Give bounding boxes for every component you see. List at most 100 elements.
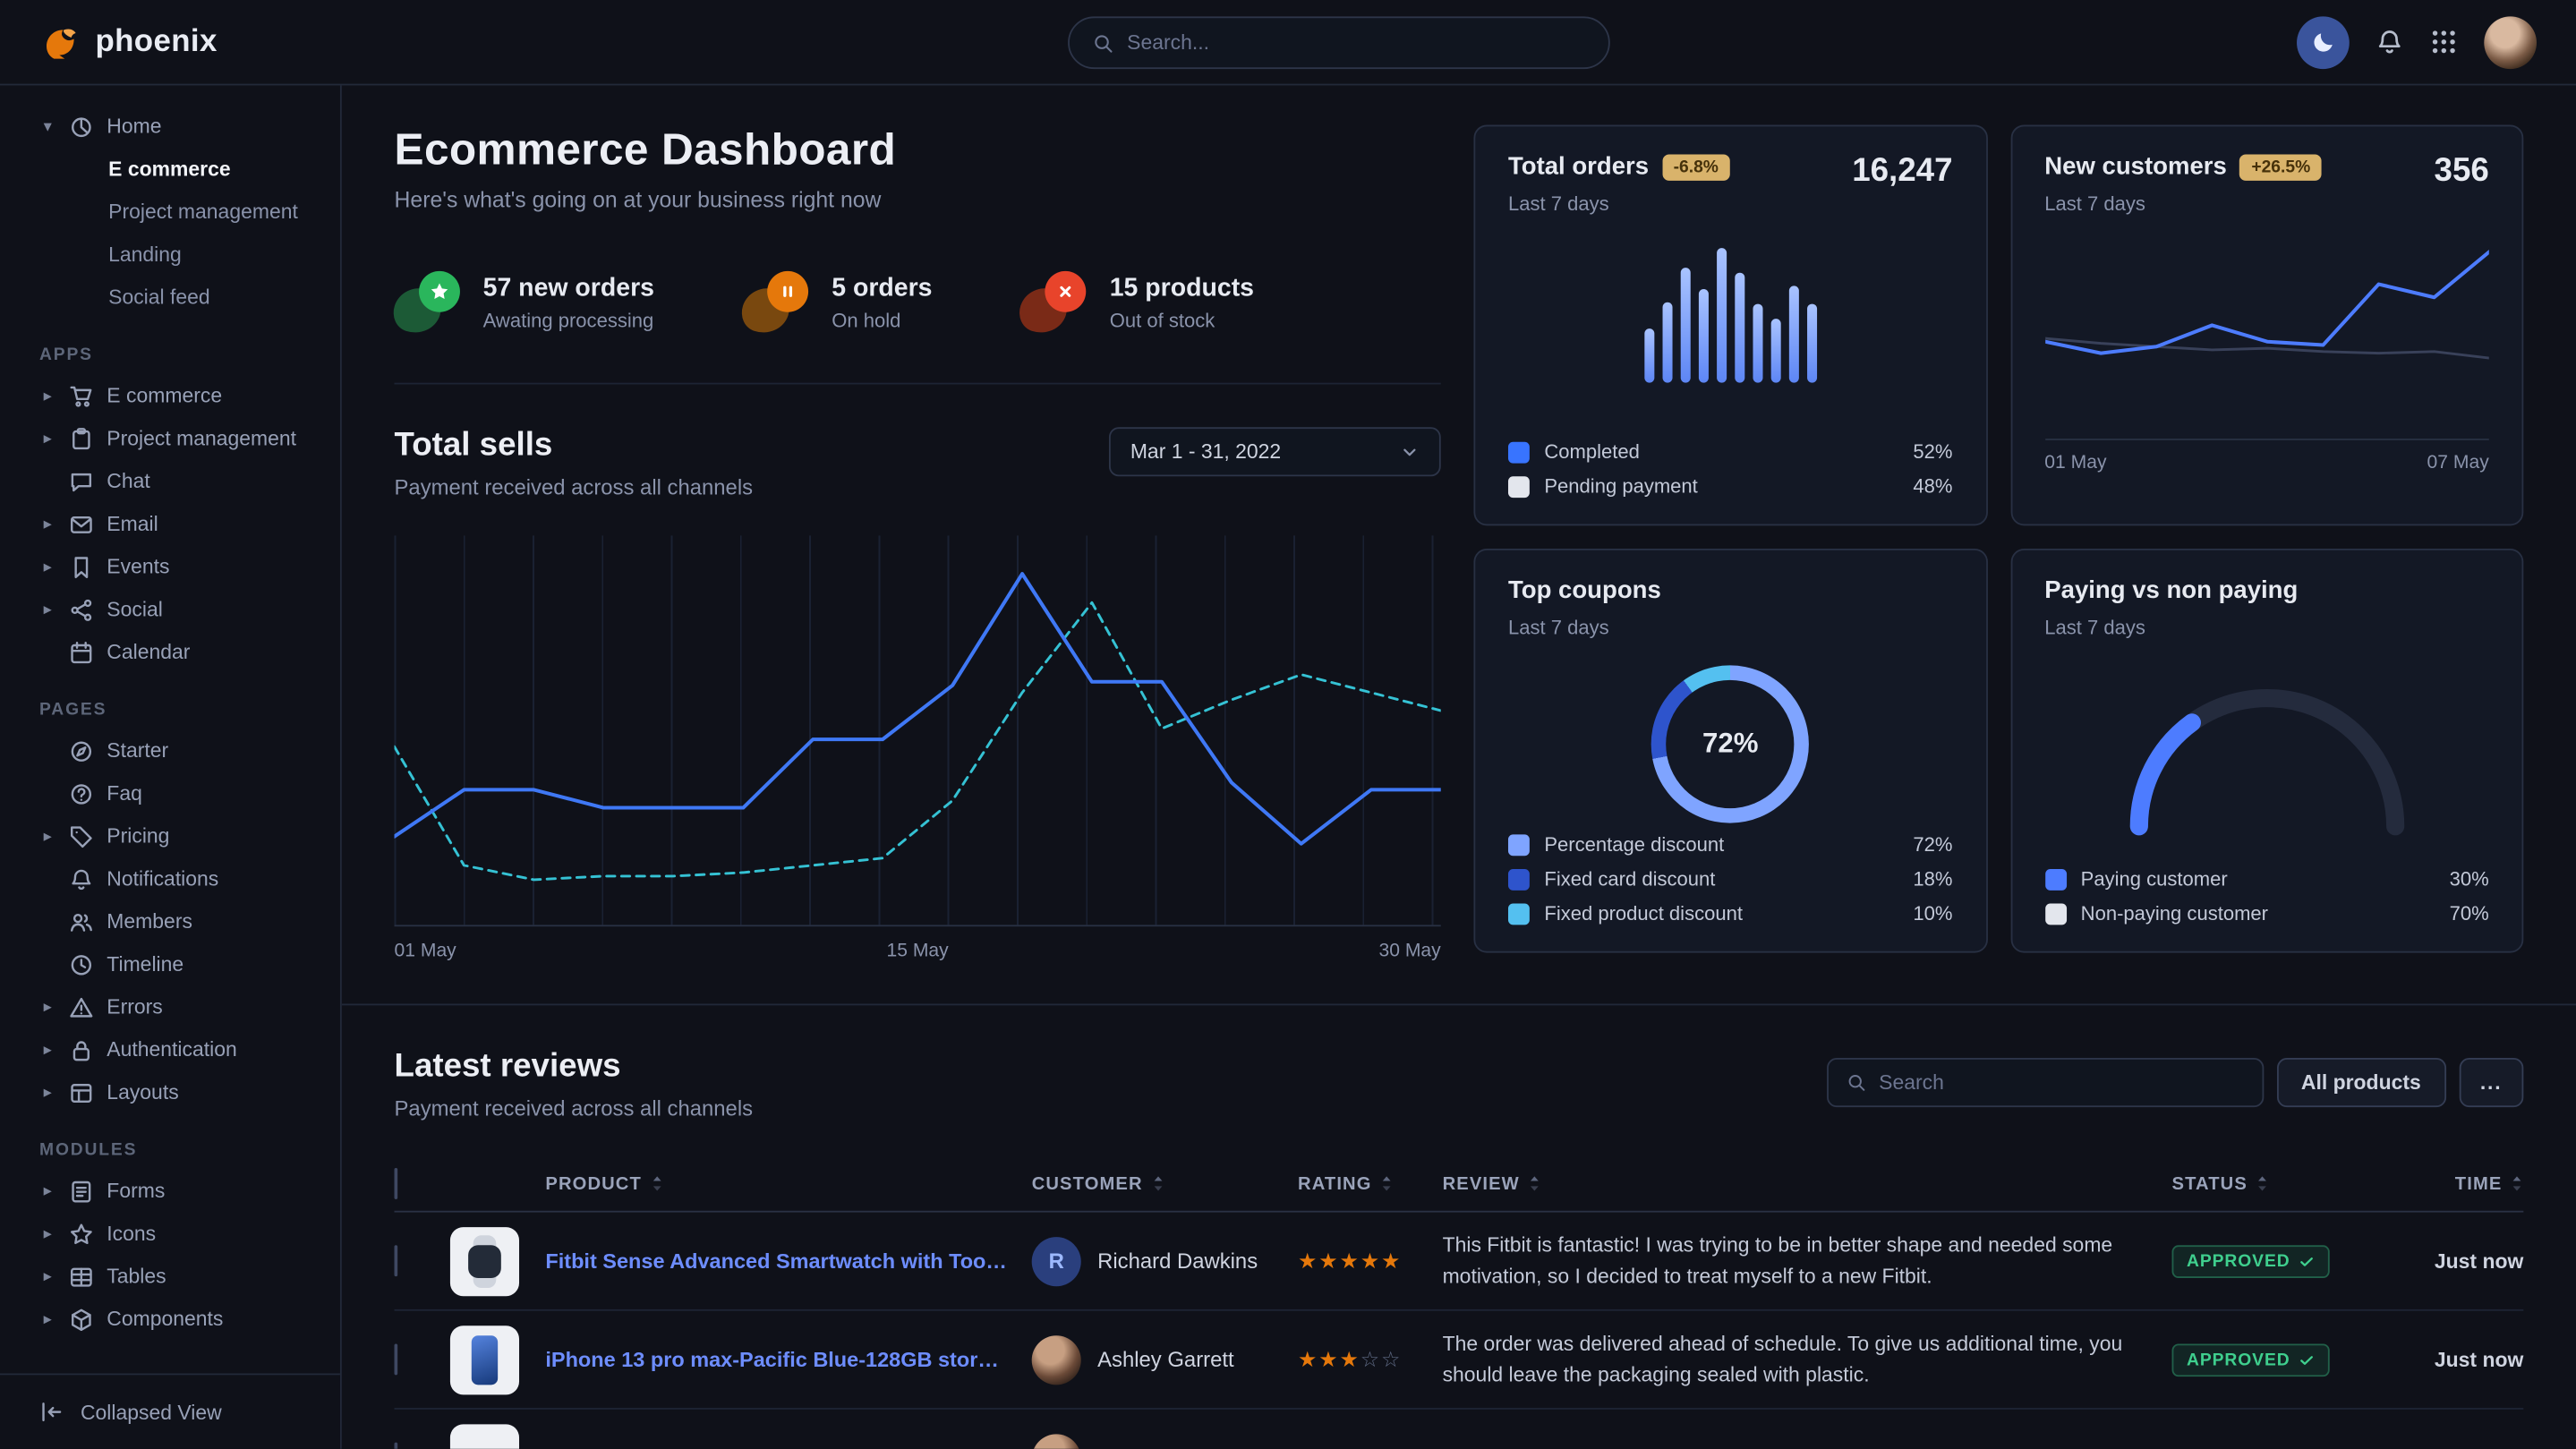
product-thumbnail[interactable] [450,1325,519,1394]
legend-value: 52% [1913,440,1952,464]
caret-right-icon: ▸ [39,387,55,405]
global-search-input[interactable] [1127,31,1585,55]
sidebar-item-apps-project-management[interactable]: ▸ Project management [39,417,340,460]
time-cell: Just now [2389,1348,2524,1371]
sidebar-item-icons[interactable]: ▸ Icons [39,1213,340,1256]
more-options-button[interactable]: ... [2459,1058,2523,1107]
reviews-search[interactable] [1826,1058,2263,1107]
new-customers-line-chart [2044,242,2489,426]
column-header-customer[interactable]: CUSTOMER [1032,1173,1298,1195]
sidebar-item-notifications[interactable]: ▸ Notifications [39,857,340,900]
dashboard-top-section: Ecommerce Dashboard Here's what's going … [342,85,2576,960]
donut-center-label: 72% [1702,728,1758,761]
divider [395,383,1441,385]
stat-blob [743,271,808,334]
caret-right-icon: ▸ [39,430,55,447]
quick-stats: 57 new orders Awating processing 5 order… [395,271,1441,334]
sidebar-item-faq[interactable]: ▸ Faq [39,772,340,815]
sidebar-item-members[interactable]: ▸ Members [39,900,340,943]
sidebar-item-pricing[interactable]: ▸ Pricing [39,814,340,857]
sort-icon [1380,1173,1394,1195]
column-header-status[interactable]: STATUS [2172,1173,2389,1195]
sidebar-item-errors[interactable]: ▸ Errors [39,985,340,1028]
sidebar-item-label: Calendar [107,641,190,664]
sidebar-item-forms[interactable]: ▸ Forms [39,1170,340,1213]
legend-label: Non-paying customer [2081,902,2268,925]
sidebar-item-layouts[interactable]: ▸ Layouts [39,1071,340,1114]
caret-right-icon: ▸ [39,1084,55,1102]
table-header-row: PRODUCT CUSTOMER RATING REVIEW STATUS [395,1156,2524,1212]
column-header-time[interactable]: TIME [2389,1173,2524,1195]
sidebar-item-authentication[interactable]: ▸ Authentication [39,1028,340,1071]
sidebar-item-components[interactable]: ▸ Components [39,1298,340,1341]
brand-name: phoenix [95,24,217,60]
reviews-subtitle: Payment received across all channels [395,1095,754,1121]
sidebar-item-social[interactable]: ▸ Social [39,588,340,631]
sidebar-item-label: Social [107,598,162,621]
rating-stars: ★★★☆☆ [1298,1346,1443,1372]
total-sells-chart: 01 May 15 May 30 May [395,535,1441,960]
stat-out-of-stock: 15 products Out of stock [1021,271,1254,334]
caret-right-icon: ▸ [39,827,55,845]
apps-menu-button[interactable] [2430,28,2458,55]
chat-icon [69,469,94,494]
sort-icon [2511,1173,2524,1195]
customer-avatar[interactable]: R [1032,1236,1081,1285]
brand[interactable]: phoenix [39,21,218,64]
legend-value: 72% [1913,833,1952,857]
sidebar-item-calendar[interactable]: ▸ Calendar [39,631,340,674]
sidebar-item-starter[interactable]: ▸ Starter [39,729,340,772]
column-header-rating[interactable]: RATING [1298,1173,1443,1195]
product-link[interactable]: iPhone 13 pro max-Pacific Blue-128GB sto… [545,1347,1031,1372]
customer-avatar[interactable] [1032,1433,1081,1448]
row-checkbox[interactable] [395,1442,398,1449]
global-search[interactable] [1068,16,1610,69]
column-header-product[interactable]: PRODUCT [545,1173,1031,1195]
sidebar-item-tables[interactable]: ▸ Tables [39,1255,340,1298]
cart-icon [69,384,94,409]
caret-right-icon: ▸ [39,1182,55,1200]
sidebar-item-events[interactable]: ▸ Events [39,545,340,588]
sidebar-item-apps-ecommerce[interactable]: ▸ E commerce [39,374,340,417]
reviews-table: PRODUCT CUSTOMER RATING REVIEW STATUS [395,1156,2524,1449]
product-link[interactable]: Fitbit Sense Advanced Smartwatch with To… [545,1249,1031,1274]
sidebar-item-project-management-dashboard[interactable]: Project management [108,191,340,234]
product-thumbnail[interactable] [450,1423,519,1448]
row-checkbox[interactable] [395,1343,398,1375]
x-tick: 30 May [1379,942,1441,961]
stat-caption: Awating processing [483,308,654,331]
customer-name: Richard Dawkins [1097,1249,1258,1274]
star-icon [69,1222,94,1247]
user-avatar[interactable] [2484,15,2537,68]
compass-icon [69,738,94,763]
sidebar-item-email[interactable]: ▸ Email [39,503,340,546]
sidebar-item-landing[interactable]: Landing [108,234,340,277]
legend-marker [1508,441,1530,463]
paying-vs-non-paying-card: Paying vs non paying Last 7 days Paying … [2010,549,2524,953]
sidebar-item-ecommerce-dashboard[interactable]: E commerce [108,148,340,191]
sidebar-item-label: Icons [107,1223,156,1246]
column-header-review[interactable]: REVIEW [1443,1173,2172,1195]
select-all-checkbox[interactable] [395,1167,398,1198]
theme-toggle-button[interactable] [2297,15,2350,68]
notifications-button[interactable] [2376,28,2403,55]
all-products-button[interactable]: All products [2276,1058,2445,1107]
box-icon [69,1307,94,1332]
product-thumbnail[interactable] [450,1226,519,1295]
time-cell: Just now [2389,1249,2524,1273]
legend-label: Pending payment [1544,474,1697,498]
row-checkbox[interactable] [395,1244,398,1275]
top-navbar: phoenix [0,0,2576,85]
sidebar-item-label: Forms [107,1180,165,1203]
search-icon [1093,32,1114,54]
sidebar-item-social-feed[interactable]: Social feed [108,276,340,319]
check-icon [2299,1253,2315,1269]
sidebar-item-timeline[interactable]: ▸ Timeline [39,943,340,986]
date-range-select[interactable]: Mar 1 - 31, 2022 [1109,427,1441,476]
collapsed-view-toggle[interactable]: Collapsed View [0,1373,340,1448]
sidebar-item-home[interactable]: ▾ Home [39,105,340,148]
reviews-search-input[interactable] [1879,1071,2243,1095]
top-coupons-card: Top coupons Last 7 days 72% Percentage d… [1473,549,1987,953]
customer-avatar[interactable] [1032,1334,1081,1384]
sidebar-item-chat[interactable]: ▸ Chat [39,460,340,503]
